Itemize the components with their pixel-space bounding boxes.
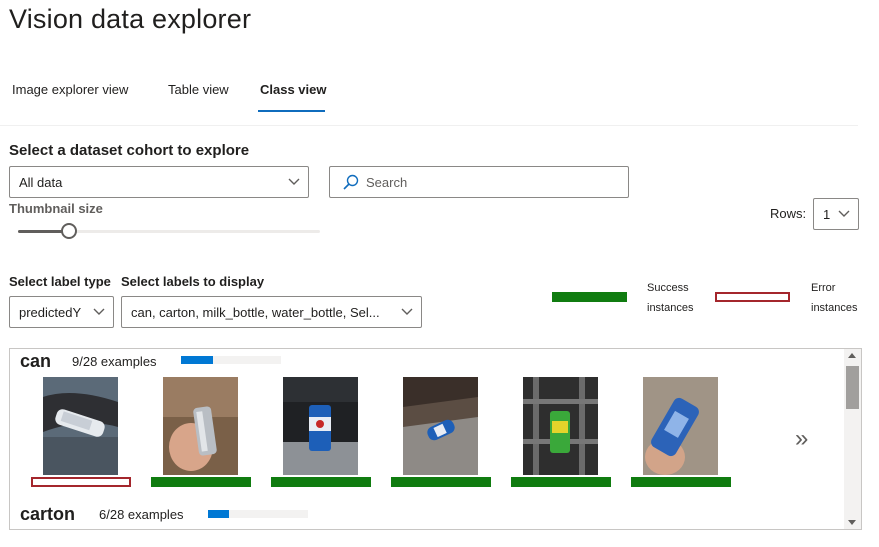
search-icon — [343, 174, 359, 190]
rows-label: Rows: — [770, 206, 807, 221]
error-legend-swatch — [715, 292, 790, 302]
class-progress-can — [181, 356, 281, 364]
rows-dropdown[interactable]: 1 — [813, 198, 859, 230]
status-success-bar — [631, 477, 731, 487]
double-chevron-right-icon[interactable]: » — [795, 425, 808, 453]
chevron-down-icon — [838, 210, 850, 217]
labels-display-dropdown-value: can, carton, milk_bottle, water_bottle, … — [131, 304, 380, 320]
class-name-can: can — [20, 351, 52, 371]
class-progress-carton — [208, 510, 308, 518]
thumbnail-size-label: Thumbnail size — [9, 201, 103, 216]
pepsi-can-photo — [283, 377, 358, 475]
success-legend-line-2: instances — [647, 302, 694, 314]
tab-table-view[interactable]: Table view — [168, 82, 229, 97]
thumbnail-size-slider-thumb[interactable] — [61, 223, 77, 239]
blue-can-photo — [643, 377, 718, 475]
status-error-bar — [31, 477, 131, 487]
panel-scrollbar[interactable] — [844, 349, 861, 529]
class-count-carton: 6/28 examples — [99, 507, 184, 522]
image-thumbnail[interactable] — [43, 377, 118, 475]
status-success-bar — [271, 477, 371, 487]
success-legend-label: Success instances — [647, 278, 693, 318]
green-can-photo — [523, 377, 598, 475]
scroll-down-arrow-icon[interactable] — [848, 520, 856, 525]
status-success-bar — [151, 477, 251, 487]
rows-dropdown-value: 1 — [823, 206, 831, 222]
error-legend-label: Error instances — [811, 278, 857, 318]
chevron-down-icon — [288, 178, 300, 185]
labels-display-dropdown[interactable]: can, carton, milk_bottle, water_bottle, … — [121, 296, 422, 328]
cohort-section-title: Select a dataset cohort to explore — [9, 142, 250, 159]
status-success-bar — [391, 477, 491, 487]
class-name-carton: carton — [20, 504, 76, 524]
chevron-down-icon — [93, 308, 105, 315]
cohort-dropdown[interactable]: All data — [9, 166, 309, 198]
image-thumbnail[interactable] — [523, 377, 598, 475]
image-thumbnail[interactable] — [163, 377, 238, 475]
image-thumbnail[interactable] — [643, 377, 718, 475]
labels-display-title: Select labels to display — [121, 274, 265, 289]
silver-can-photo — [163, 377, 238, 475]
class-progress-fill-carton — [208, 510, 229, 518]
pepsi-can-floor-photo — [403, 377, 478, 475]
scrollbar-thumb[interactable] — [846, 366, 859, 409]
label-type-title: Select label type — [9, 274, 111, 289]
page-title: Vision data explorer — [9, 4, 252, 34]
image-thumbnail[interactable] — [403, 377, 478, 475]
scroll-up-arrow-icon[interactable] — [848, 353, 856, 358]
success-legend-line-1: Success — [647, 282, 689, 294]
image-thumbnail[interactable] — [283, 377, 358, 475]
search-placeholder: Search — [366, 174, 408, 190]
class-view-panel: can 9/28 examples » carton 6/28 examples — [9, 348, 862, 530]
tab-class-view[interactable]: Class view — [260, 82, 327, 97]
water-bottle-photo — [43, 377, 118, 475]
class-progress-fill-can — [181, 356, 213, 364]
error-legend-line-1: Error — [811, 282, 836, 294]
search-input[interactable]: Search — [329, 166, 629, 198]
class-count-can: 9/28 examples — [72, 354, 157, 369]
label-type-dropdown[interactable]: predictedY — [9, 296, 114, 328]
success-legend-swatch — [552, 292, 627, 302]
error-legend-line-2: instances — [811, 302, 858, 314]
tab-image-explorer-view[interactable]: Image explorer view — [12, 82, 128, 97]
label-type-dropdown-value: predictedY — [19, 304, 82, 320]
status-success-bar — [511, 477, 611, 487]
view-tabs: Image explorer view Table view Class vie… — [0, 70, 858, 126]
cohort-dropdown-value: All data — [19, 174, 63, 190]
active-tab-indicator — [258, 110, 325, 112]
chevron-down-icon — [401, 308, 413, 315]
